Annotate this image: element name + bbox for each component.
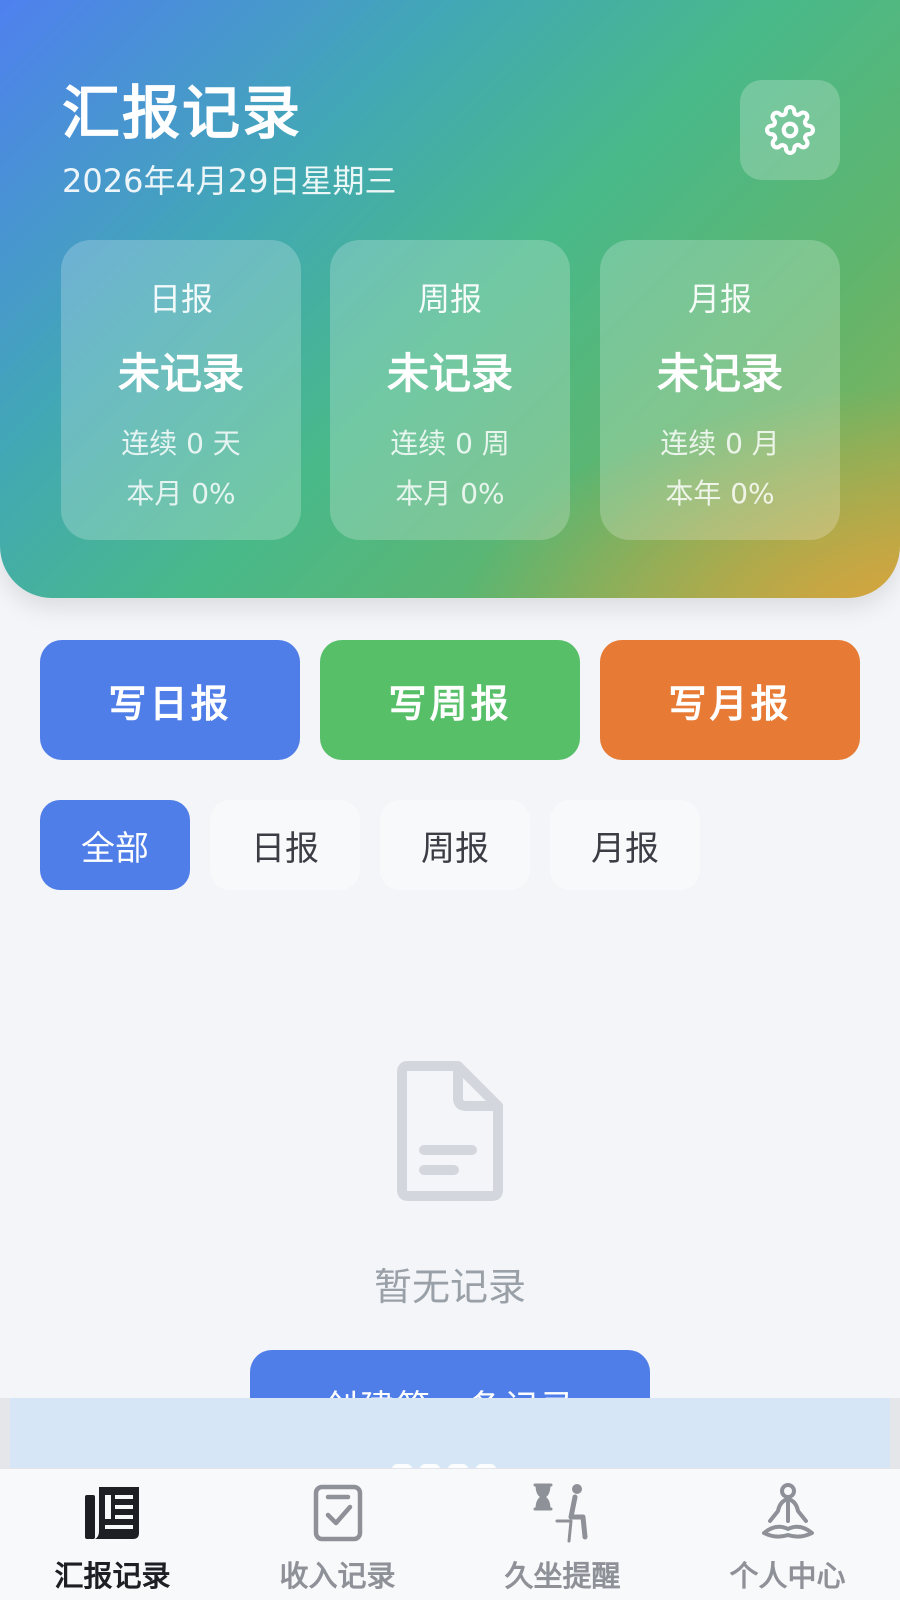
filter-chip-monthly[interactable]: 月报 [550, 800, 700, 890]
filter-chip-all[interactable]: 全部 [40, 800, 190, 890]
filter-chip-daily[interactable]: 日报 [210, 800, 360, 890]
stat-card-streak: 连续 0 周 [390, 427, 510, 460]
sitting-hourglass-icon [533, 1483, 587, 1543]
write-monthly-button[interactable]: 写月报 [600, 640, 860, 760]
stat-card-streak: 连续 0 天 [121, 427, 241, 460]
stat-card-rate: 本月 0% [126, 477, 236, 510]
stat-card-daily[interactable]: 日报 未记录 连续 0 天 本月 0% [61, 240, 301, 540]
checklist-icon [313, 1484, 362, 1542]
gear-icon [765, 105, 815, 155]
document-icon [397, 1061, 503, 1201]
meditation-icon [761, 1483, 814, 1539]
write-daily-button[interactable]: 写日报 [40, 640, 300, 760]
stat-card-status: 未记录 [386, 349, 513, 398]
empty-state-text: 暂无记录 [373, 1265, 526, 1309]
stat-card-rate: 本年 0% [665, 477, 775, 510]
stat-card-label: 日报 [148, 280, 213, 318]
tab-label: 久坐提醒 [504, 1559, 621, 1593]
stat-card-label: 月报 [687, 280, 752, 318]
app-screen: 汇报记录 2026年4月29日星期三 日报 未记录 连续 0 天 本月 0% 周… [0, 0, 900, 1600]
bottom-sheet[interactable] [10, 1398, 890, 1472]
stat-card-streak: 连续 0 月 [660, 427, 780, 460]
tab-report-records[interactable]: 汇报记录 [0, 1469, 225, 1600]
tab-sitting-reminder[interactable]: 久坐提醒 [450, 1469, 675, 1600]
tab-label: 个人中心 [729, 1559, 846, 1593]
current-date: 2026年4月29日星期三 [62, 162, 397, 200]
filter-chip-weekly[interactable]: 周报 [380, 800, 530, 890]
stat-card-monthly[interactable]: 月报 未记录 连续 0 月 本年 0% [600, 240, 840, 540]
stat-card-status: 未记录 [656, 349, 783, 398]
stat-card-rate: 本月 0% [395, 477, 505, 510]
tab-label: 收入记录 [279, 1559, 396, 1593]
stat-card-label: 周报 [417, 280, 482, 318]
bottom-tab-bar: 汇报记录 收入记录 久坐提醒 个人中心 [0, 1468, 900, 1600]
page-title: 汇报记录 [62, 79, 303, 147]
tab-label: 汇报记录 [54, 1559, 171, 1593]
stat-card-status: 未记录 [117, 349, 244, 398]
newspaper-icon [84, 1487, 139, 1539]
write-weekly-button[interactable]: 写周报 [320, 640, 580, 760]
header-hero: 汇报记录 2026年4月29日星期三 日报 未记录 连续 0 天 本月 0% 周… [0, 0, 900, 598]
stat-card-weekly[interactable]: 周报 未记录 连续 0 周 本月 0% [330, 240, 570, 540]
tab-income-records[interactable]: 收入记录 [225, 1469, 450, 1600]
settings-button[interactable] [740, 80, 840, 180]
tab-profile[interactable]: 个人中心 [675, 1469, 900, 1600]
